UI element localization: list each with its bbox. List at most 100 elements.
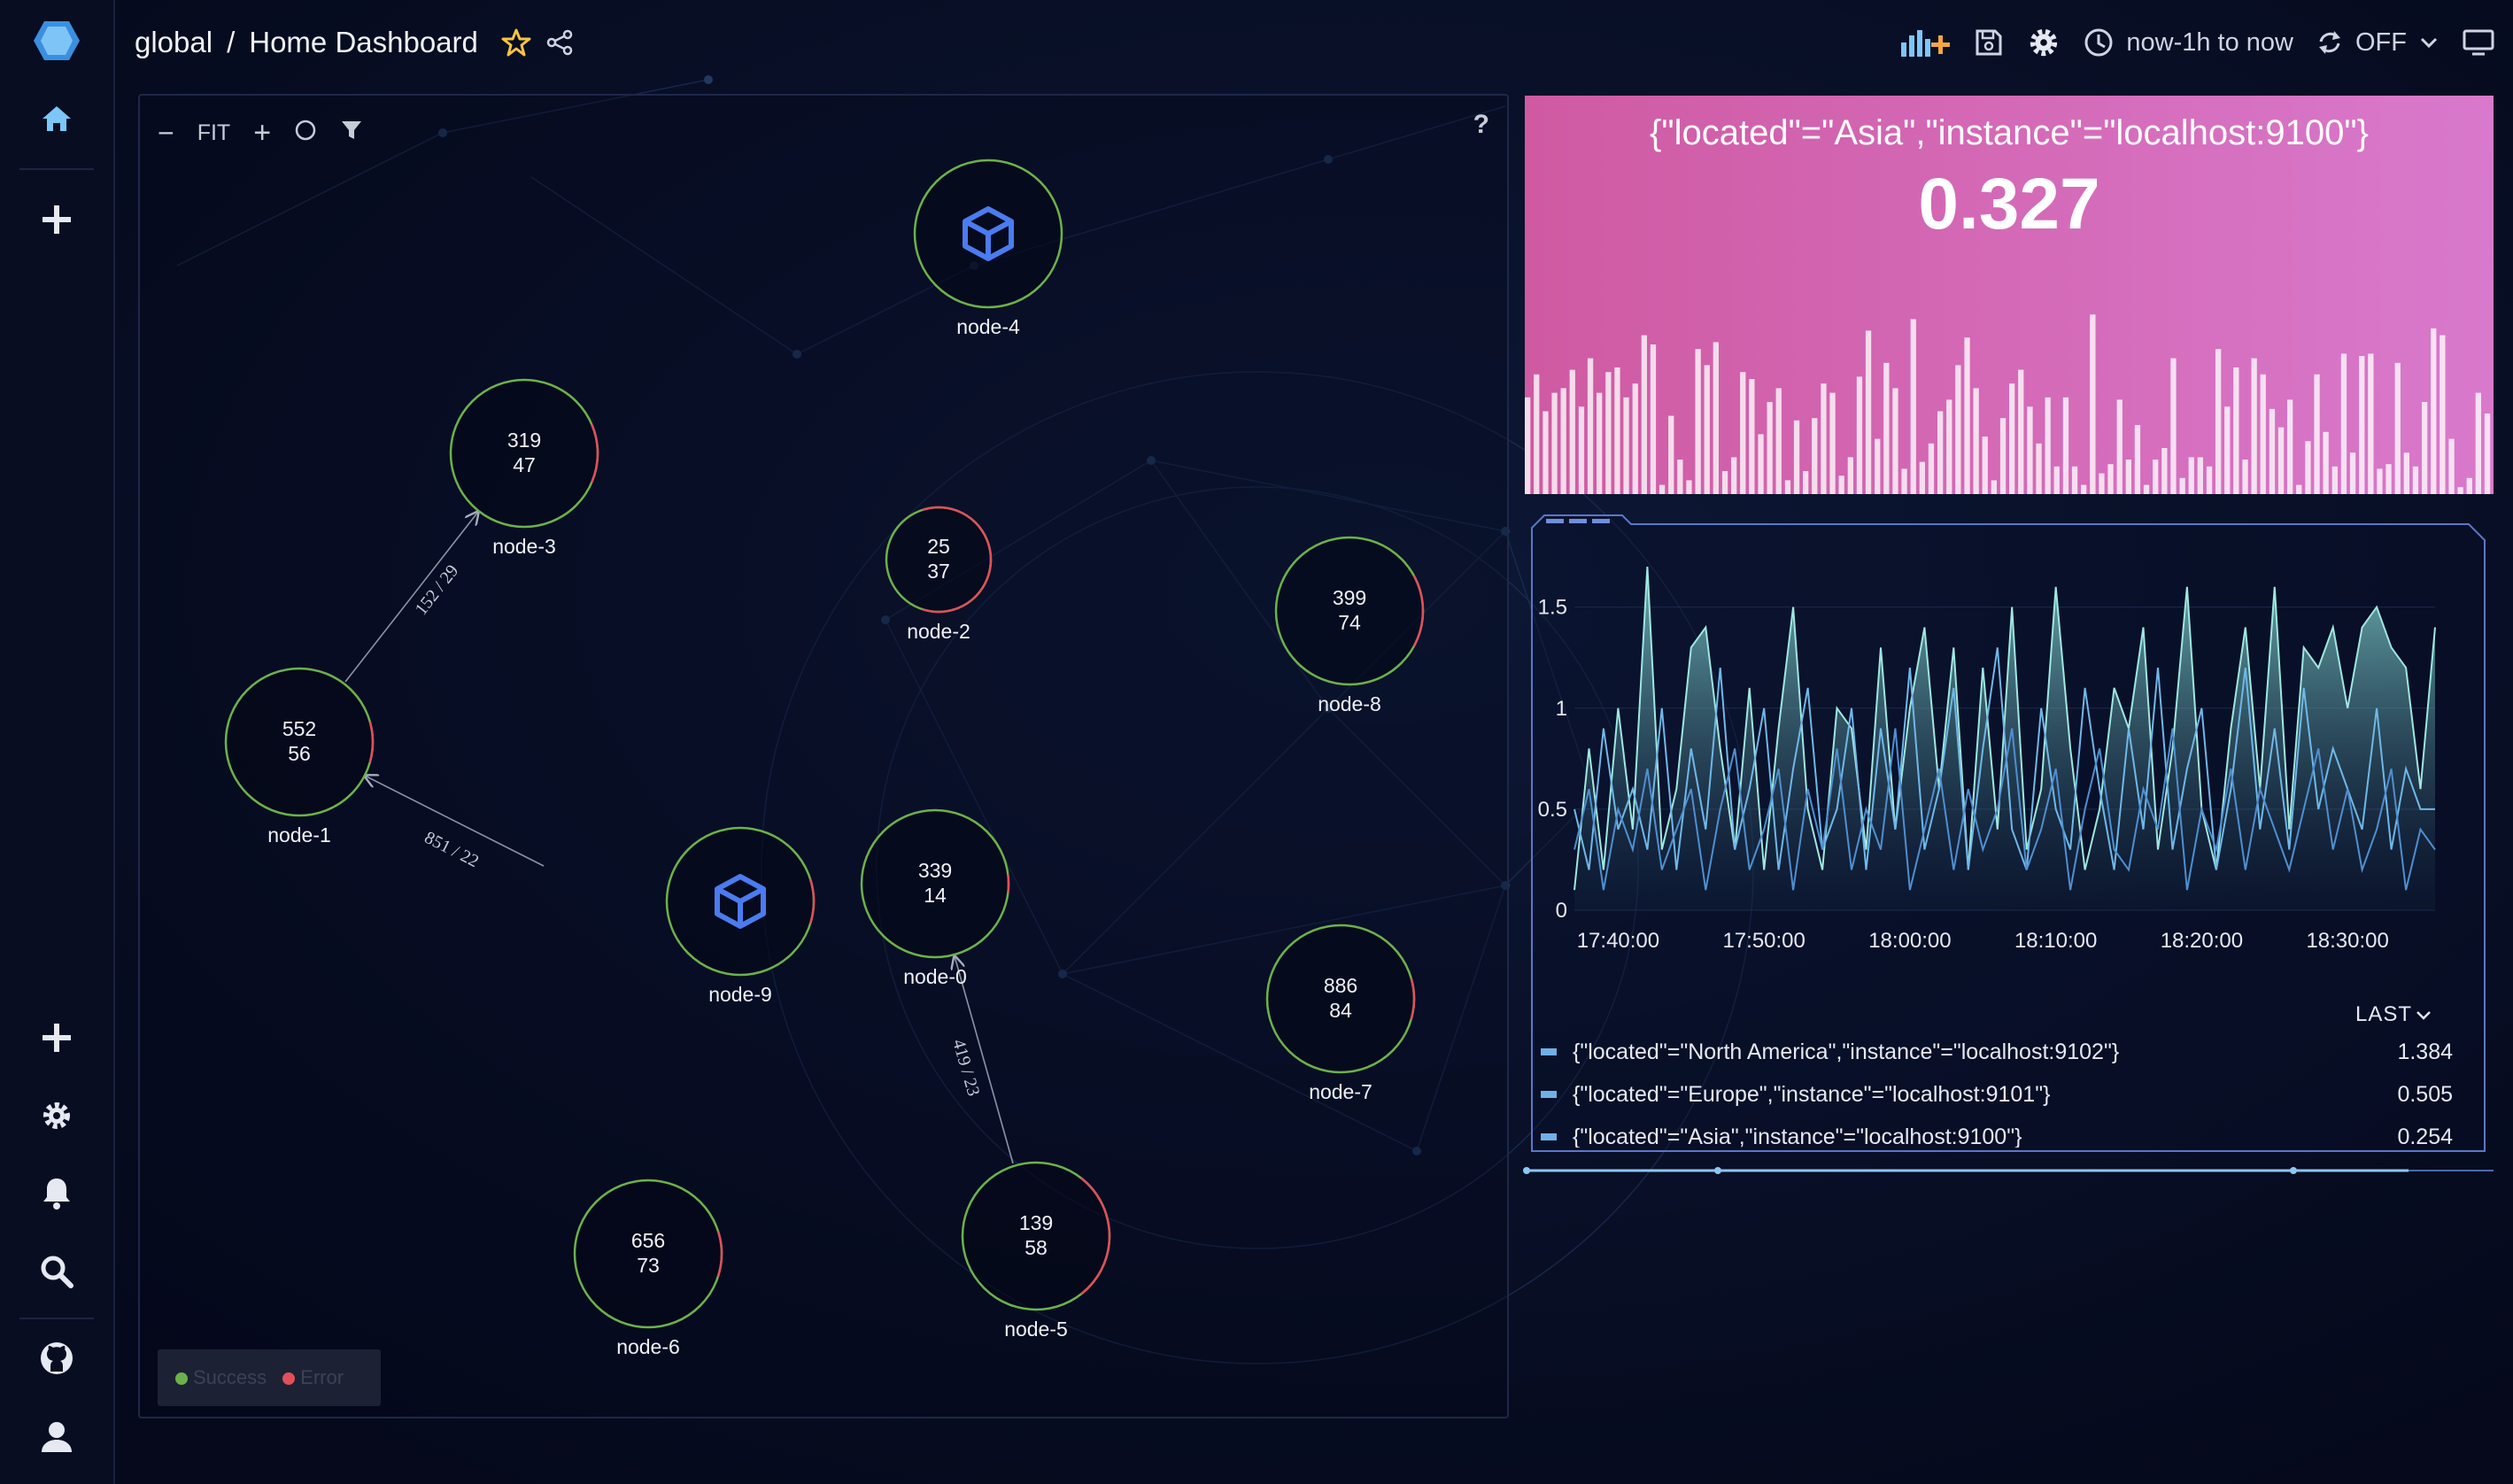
stat-bar xyxy=(2179,477,2185,494)
topology-panel: 152 / 29 851 / 22 419 / 23 − FIT + ? nod… xyxy=(138,94,1509,1418)
stat-bar xyxy=(1784,480,1791,494)
topology-node[interactable] xyxy=(913,158,1063,309)
stat-bar xyxy=(2422,402,2428,494)
node-label: node-4 xyxy=(956,315,1020,338)
refresh-picker[interactable]: OFF xyxy=(2316,27,2439,58)
stat-bar xyxy=(2036,443,2042,494)
dashboard-title[interactable]: Home Dashboard xyxy=(249,26,478,59)
add-plus-icon[interactable] xyxy=(27,1008,87,1068)
series-name: {"located"="Asia","instance"="localhost:… xyxy=(1573,1125,2022,1148)
stat-bar xyxy=(1865,330,1872,494)
node-metric-secondary: 73 xyxy=(637,1254,660,1277)
node-metric-primary: 339 xyxy=(917,859,953,882)
stat-bar xyxy=(2062,397,2069,494)
stat-bar xyxy=(2305,441,2311,494)
logo-icon[interactable] xyxy=(27,11,87,71)
legend-error-label: Error xyxy=(300,1366,344,1388)
legend-error: Error xyxy=(282,1366,344,1389)
stat-bar xyxy=(2251,358,2257,494)
stat-bar xyxy=(2394,362,2401,494)
topology-node[interactable]: 319 47 xyxy=(449,378,599,529)
legend-success: Success xyxy=(175,1366,267,1389)
stat-bar xyxy=(1910,319,1916,494)
filter-icon[interactable] xyxy=(340,119,363,148)
topology-node[interactable]: 656 73 xyxy=(573,1179,723,1329)
stat-bar xyxy=(1641,335,1647,494)
stat-bar xyxy=(1704,365,1710,494)
stat-bar xyxy=(1731,457,1737,494)
stat-bar xyxy=(2090,314,2096,494)
x-tick-label: 18:20:00 xyxy=(2161,929,2243,953)
stat-bar xyxy=(2107,464,2114,494)
bell-icon[interactable] xyxy=(27,1163,87,1224)
search-icon[interactable] xyxy=(27,1241,87,1302)
zoom-in-button[interactable]: + xyxy=(253,116,271,151)
topology-node[interactable] xyxy=(665,826,816,977)
zoom-out-button[interactable]: − xyxy=(158,117,174,150)
topology-node[interactable]: 139 58 xyxy=(961,1161,1111,1311)
series-name: {"located"="Europe","instance"="localhos… xyxy=(1573,1082,2051,1107)
stat-bar xyxy=(1892,388,1898,494)
user-icon[interactable] xyxy=(27,1406,87,1466)
stat-bar xyxy=(2053,466,2060,494)
stat-bar xyxy=(2233,367,2239,494)
clock-icon xyxy=(2084,28,2113,57)
stat-bar xyxy=(1740,372,1746,494)
stat-bar xyxy=(2340,353,2347,494)
node-metric-primary: 25 xyxy=(927,535,950,558)
topology-node[interactable]: 399 74 xyxy=(1274,536,1425,686)
breadcrumb-folder[interactable]: global xyxy=(135,26,213,59)
github-icon[interactable] xyxy=(27,1328,87,1388)
stat-bar xyxy=(2484,414,2491,494)
gear-icon[interactable] xyxy=(27,1086,87,1146)
node-metric-primary: 139 xyxy=(1018,1211,1054,1234)
stat-bar xyxy=(1856,376,1863,494)
stat-bar xyxy=(2027,406,2033,494)
sidebar-divider xyxy=(19,1318,94,1319)
stat-bar xyxy=(2197,457,2203,494)
stat-bar xyxy=(1677,460,1683,494)
tv-mode-icon[interactable] xyxy=(2462,27,2495,58)
legend-series-item[interactable]: {"located"="Europe","instance"="localhos… xyxy=(1541,1078,2453,1114)
stat-bar xyxy=(2206,466,2213,494)
home-icon[interactable] xyxy=(27,89,87,149)
series-last-value: 0.254 xyxy=(2397,1125,2453,1148)
stat-bar xyxy=(1587,358,1594,494)
stat-bar xyxy=(1525,397,1531,494)
topology-node[interactable]: 886 84 xyxy=(1265,924,1416,1074)
topology-node[interactable]: 25 37 xyxy=(885,506,993,614)
stat-bar xyxy=(1982,437,1988,494)
stat-bar xyxy=(1955,365,1961,494)
edge-label: 851 / 22 xyxy=(421,828,482,871)
node-metric-primary: 886 xyxy=(1323,974,1358,997)
x-tick-label: 17:40:00 xyxy=(1577,929,1659,953)
gear-icon[interactable] xyxy=(2027,26,2061,59)
fit-button[interactable]: FIT xyxy=(197,120,231,146)
time-picker[interactable]: now-1h to now xyxy=(2084,27,2293,58)
legend-series-item[interactable]: {"located"="North America","instance"="l… xyxy=(1541,1036,2453,1071)
stat-bar xyxy=(1973,388,1979,494)
x-tick-label: 17:50:00 xyxy=(1722,929,1805,953)
stat-bar xyxy=(1721,471,1728,494)
save-icon[interactable] xyxy=(1974,27,2004,58)
topology-node[interactable]: 339 14 xyxy=(860,808,1010,959)
stat-sparkline-bars xyxy=(1525,314,2491,494)
legend-last-label: LAST xyxy=(2354,1002,2412,1026)
create-plus-icon[interactable] xyxy=(27,189,87,250)
legend-series-item[interactable]: {"located"="Asia","instance"="localhost:… xyxy=(1541,1121,2453,1148)
stat-bar xyxy=(1623,397,1629,494)
stat-bar xyxy=(2242,460,2248,494)
circle-layout-icon[interactable] xyxy=(294,119,317,148)
series-last-value: 1.384 xyxy=(2397,1040,2453,1064)
stat-bar xyxy=(1928,443,1935,494)
stat-bar xyxy=(2475,392,2481,494)
topology-node[interactable]: 552 56 xyxy=(224,667,375,817)
star-icon[interactable] xyxy=(501,27,531,58)
share-icon[interactable] xyxy=(545,28,574,57)
panel-scrollbar[interactable] xyxy=(1523,1165,2497,1178)
legend-sort-last[interactable]: LAST xyxy=(2355,1002,2432,1027)
series-last-value: 0.505 xyxy=(2397,1082,2453,1107)
help-button[interactable]: ? xyxy=(1473,110,1489,140)
add-panel-icon[interactable] xyxy=(1899,27,1951,58)
stat-bar xyxy=(1991,480,1997,494)
